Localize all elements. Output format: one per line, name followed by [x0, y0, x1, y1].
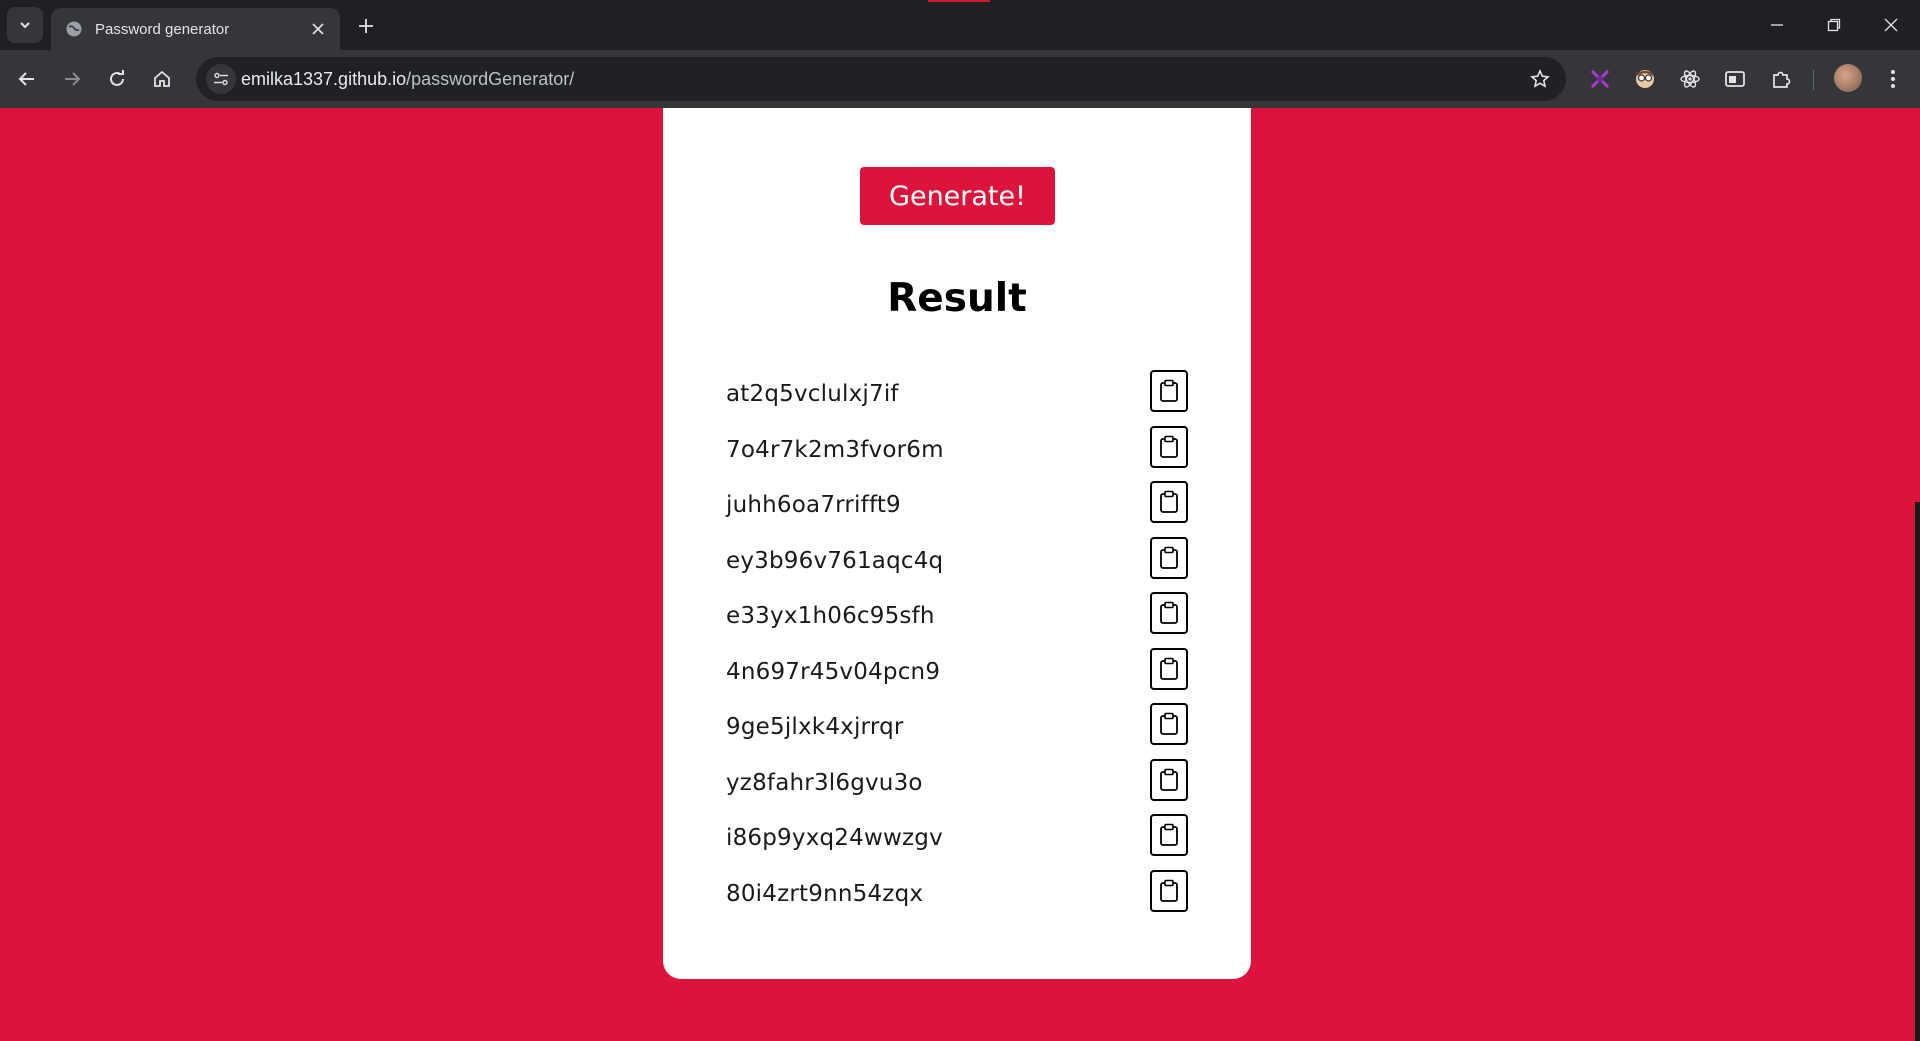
password-row: 9ge5jlxk4xjrrqr — [663, 703, 1251, 759]
url-host: emilka1337.github.io — [241, 69, 407, 89]
result-list: at2q5vclulxj7if 7o4r7k2m3fvor6m juhh6oa7rr… — [663, 370, 1251, 925]
copy-button[interactable] — [1150, 425, 1188, 468]
result-heading: Result — [887, 276, 1027, 321]
password-text: 80i4zrt9nn54zqx — [726, 880, 924, 907]
url-path: /passwordGenerator/ — [406, 69, 575, 89]
home-icon — [154, 70, 170, 87]
profile-avatar[interactable] — [1834, 64, 1862, 92]
atom-icon — [1680, 70, 1700, 88]
password-text: juhh6oa7rrifft9 — [726, 492, 901, 518]
tune-icon — [214, 72, 228, 86]
password-row: e33yx1h06c95sfh — [663, 592, 1251, 648]
extensions-button[interactable] — [1767, 65, 1795, 93]
page-viewport: Generate! Result at2q5vclulxj7if 7o4r7k2m… — [0, 108, 1920, 1041]
password-text: at2q5vclulxj7if — [726, 381, 899, 407]
restore-button[interactable] — [1805, 0, 1863, 50]
password-text: e33yx1h06c95sfh — [726, 603, 935, 629]
copy-button[interactable] — [1150, 592, 1188, 634]
password-text: ey3b96v761aqc4q — [726, 547, 944, 574]
generate-button[interactable]: Generate! — [860, 167, 1055, 225]
password-row: 7o4r7k2m3fvor6m — [663, 425, 1251, 482]
password-row: i86p9yxq24wwzgv — [663, 814, 1251, 870]
star-icon — [1530, 69, 1550, 88]
restore-icon — [1827, 18, 1841, 32]
clipboard-icon — [1160, 657, 1178, 680]
close-icon — [312, 23, 324, 35]
close-window-button[interactable] — [1862, 0, 1920, 50]
bookmark-button[interactable] — [1528, 67, 1552, 91]
password-text: 7o4r7k2m3fvor6m — [726, 436, 944, 463]
arrow-right-icon — [65, 72, 81, 86]
extension-face-button[interactable] — [1631, 65, 1659, 93]
copy-button[interactable] — [1150, 536, 1188, 579]
clipboard-icon — [1160, 879, 1178, 902]
clipboard-icon — [1160, 712, 1178, 735]
password-text: 4n697r45v04pcn9 — [726, 658, 941, 685]
clipboard-icon — [1160, 546, 1178, 569]
extension-react-button[interactable] — [1676, 65, 1704, 93]
chevron-down-icon — [20, 22, 30, 29]
copy-button[interactable] — [1150, 869, 1188, 912]
copy-button[interactable] — [1150, 647, 1188, 690]
extension-window-button[interactable] — [1721, 65, 1749, 93]
password-row: 80i4zrt9nn54zqx — [663, 869, 1251, 926]
plus-icon — [359, 19, 373, 33]
copy-button[interactable] — [1150, 814, 1188, 856]
url-text[interactable]: emilka1337.github.io/passwordGenerator/ — [241, 69, 574, 90]
password-text: i86p9yxq24wwzgv — [726, 825, 943, 851]
clipboard-icon — [1160, 379, 1178, 402]
new-tab-button[interactable] — [352, 12, 380, 40]
browser-tab[interactable]: Password generator — [51, 8, 340, 50]
clipboard-icon — [1160, 823, 1178, 846]
close-icon — [1884, 18, 1898, 32]
copy-button[interactable] — [1150, 481, 1188, 523]
password-row: ey3b96v761aqc4q — [663, 536, 1251, 593]
arrow-left-icon — [18, 72, 34, 86]
face-extension-icon — [1636, 70, 1654, 88]
clipboard-icon — [1160, 490, 1178, 513]
browser-tabstrip: Password generator — [0, 0, 1920, 50]
home-button[interactable] — [146, 63, 178, 95]
reload-button[interactable] — [101, 63, 133, 95]
more-vert-icon — [1891, 70, 1895, 88]
site-info-button[interactable] — [206, 64, 236, 94]
password-row: 4n697r45v04pcn9 — [663, 647, 1251, 704]
extension-x-button[interactable] — [1586, 65, 1614, 93]
password-text: 9ge5jlxk4xjrrqr — [726, 714, 904, 740]
password-row: yz8fahr3l6gvu3o — [663, 758, 1251, 815]
tab-close-button[interactable] — [306, 17, 330, 41]
password-row: juhh6oa7rrifft9 — [663, 481, 1251, 537]
clipboard-icon — [1160, 435, 1178, 458]
back-button[interactable] — [11, 63, 43, 95]
puzzle-icon — [1773, 71, 1791, 88]
tab-search-button[interactable] — [7, 7, 43, 43]
toolbar-separator — [1813, 70, 1814, 90]
copy-button[interactable] — [1150, 758, 1188, 801]
address-bar[interactable]: emilka1337.github.io/passwordGenerator/ — [196, 57, 1566, 101]
browser-toolbar: emilka1337.github.io/passwordGenerator/ — [0, 50, 1920, 108]
forward-button[interactable] — [56, 63, 88, 95]
scrollbar-thumb[interactable] — [1915, 502, 1920, 1041]
password-row: at2q5vclulxj7if — [663, 370, 1251, 426]
scrollbar-track[interactable] — [1915, 108, 1920, 1041]
extension-x-icon — [1590, 69, 1610, 89]
window-icon — [1725, 71, 1745, 87]
clipboard-icon — [1160, 601, 1178, 624]
menu-button[interactable] — [1879, 65, 1907, 93]
tab-title: Password generator — [95, 20, 230, 38]
copy-button[interactable] — [1150, 370, 1188, 412]
minimize-icon — [1771, 24, 1783, 26]
password-text: yz8fahr3l6gvu3o — [726, 769, 923, 796]
minimize-button[interactable] — [1748, 0, 1806, 50]
copy-button[interactable] — [1150, 703, 1188, 745]
recording-indicator — [928, 0, 990, 2]
clipboard-icon — [1160, 768, 1178, 791]
generator-card: Generate! Result at2q5vclulxj7if 7o4r7k2m… — [663, 108, 1251, 979]
reload-icon — [110, 70, 124, 86]
globe-icon — [66, 21, 82, 37]
